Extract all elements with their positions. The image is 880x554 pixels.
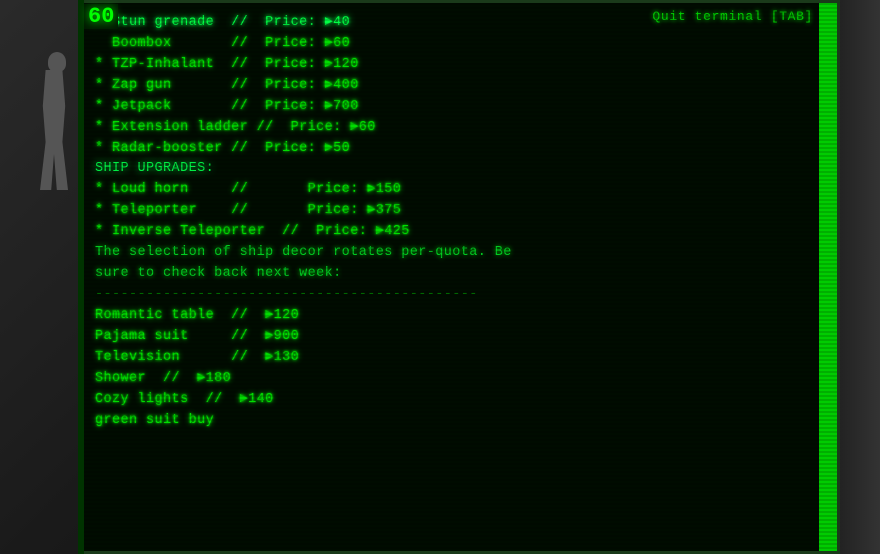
- credit-badge: 60: [84, 4, 118, 29]
- terminal-line: Shower // ►180: [95, 369, 825, 390]
- terminal-line: Television // ►130: [95, 348, 825, 369]
- terminal-line: * Inverse Teleporter // Price: ►425: [95, 222, 825, 243]
- terminal-line: SHIP UPGRADES:: [95, 159, 825, 180]
- terminal-line: * TZP-Inhalant // Price: ►120: [95, 55, 825, 76]
- right-green-bar: [819, 3, 837, 551]
- terminal-line: Boombox // Price: ►60: [95, 34, 825, 55]
- terminal-line: * Extension ladder // Price: ►60: [95, 118, 825, 139]
- terminal-screen: Quit terminal [TAB] * Stun grenade // Pr…: [80, 0, 840, 554]
- character-silhouette: [30, 50, 80, 230]
- terminal-line: Cozy lights // ►140: [95, 390, 825, 411]
- silhouette-head: [48, 52, 66, 72]
- terminal-content: * Stun grenade // Price: ►40 Boombox // …: [95, 11, 825, 431]
- terminal-line: * Zap gun // Price: ►400: [95, 76, 825, 97]
- silhouette-body: [40, 70, 68, 190]
- left-accent-bar: [78, 0, 84, 554]
- terminal-line: Romantic table // ►120: [95, 306, 825, 327]
- terminal-line: green suit buy: [95, 411, 825, 432]
- terminal-line: * Radar-booster // Price: ►50: [95, 139, 825, 160]
- terminal-line: * Teleporter // Price: ►375: [95, 201, 825, 222]
- terminal-line: ----------------------------------------…: [95, 285, 825, 306]
- terminal-line: sure to check back next week:: [95, 264, 825, 285]
- screen-container: 60 Quit terminal [TAB] * Stun grenade //…: [0, 0, 880, 554]
- terminal-line: The selection of ship decor rotates per-…: [95, 243, 825, 264]
- terminal-line: * Jetpack // Price: ►700: [95, 97, 825, 118]
- terminal-line: * Loud horn // Price: ►150: [95, 180, 825, 201]
- terminal-line: Pajama suit // ►900: [95, 327, 825, 348]
- quit-terminal-label[interactable]: Quit terminal [TAB]: [652, 9, 813, 24]
